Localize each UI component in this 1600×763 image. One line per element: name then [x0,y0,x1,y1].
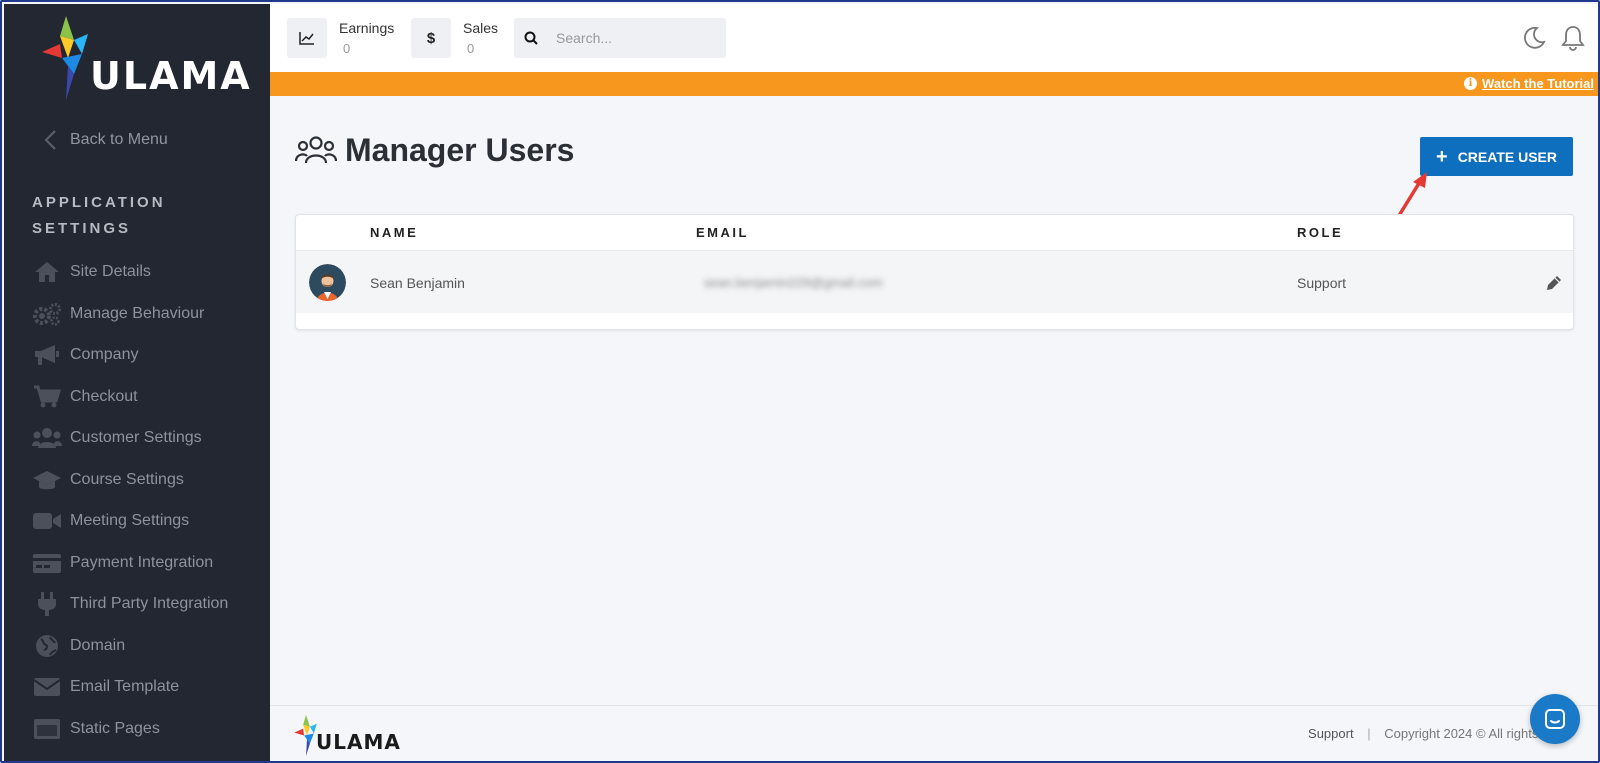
footer-links: Support | Copyright 2024 © All rights re… [1308,726,1560,741]
watch-tutorial-link[interactable]: i Watch the Tutorial [1464,76,1594,91]
sidebar-item-static-pages[interactable]: Static Pages [4,708,270,750]
chat-icon [1545,709,1565,729]
top-bar: Earnings 0 $ Sales 0 [270,4,1598,72]
dollar-icon: $ [411,18,451,58]
column-header-role: ROLE [1297,225,1344,240]
column-header-name: NAME [370,225,419,240]
users-icon [32,425,62,451]
search-box[interactable] [514,18,726,58]
footer-logo: ULAMA [292,714,402,760]
settings-menu: Site Details Manage Behaviour Company Ch… [4,251,270,749]
dark-mode-toggle[interactable] [1520,24,1548,52]
sidebar-item-company[interactable]: Company [4,334,270,376]
watch-tutorial-label: Watch the Tutorial [1482,76,1594,91]
notifications-button[interactable] [1559,24,1587,52]
moon-icon [1524,26,1546,49]
bell-icon [1561,26,1585,51]
users-table: NAME EMAIL ROLE Sean Benjamin sean.benja… [295,214,1574,330]
avatar [309,264,346,301]
footer-separator: | [1367,726,1371,741]
video-camera-icon [32,508,62,534]
brand-name: ULAMA [90,54,252,98]
sidebar-item-manage-behaviour[interactable]: Manage Behaviour [4,293,270,335]
sidebar-item-checkout[interactable]: Checkout [4,376,270,418]
envelope-icon [32,674,62,700]
sidebar-item-course-settings[interactable]: Course Settings [4,459,270,501]
earnings-stat: Earnings 0 [287,18,394,60]
footer-support-link[interactable]: Support [1308,726,1354,741]
create-user-button[interactable]: + CREATE USER [1420,137,1573,176]
home-icon [32,259,62,285]
sidebar: ULAMA Back to Menu APPLICATION SETTINGS … [4,4,270,761]
plus-icon: + [1436,145,1448,168]
column-header-email: EMAIL [696,225,749,240]
graduation-cap-icon [32,467,62,493]
chat-launcher-button[interactable] [1530,694,1580,744]
sidebar-item-payment-integration[interactable]: Payment Integration [4,542,270,584]
plug-icon [32,591,62,617]
bird-logo-icon [42,16,88,100]
chart-line-icon [287,18,327,58]
page-title: Manager Users [295,132,574,169]
sidebar-item-third-party-integration[interactable]: Third Party Integration [4,583,270,625]
chevron-left-icon [44,130,56,150]
footer: ULAMA Support | Copyright 2024 © All rig… [270,705,1598,761]
users-icon [295,135,337,163]
table-row[interactable]: Sean Benjamin sean.benjamin229@gmail.com… [296,250,1573,313]
user-email: sean.benjamin229@gmail.com [704,275,883,290]
window-icon [32,716,62,742]
app-frame: ULAMA Back to Menu APPLICATION SETTINGS … [0,0,1600,763]
earnings-label: Earnings [339,20,395,36]
footer-brand-name: ULAMA [316,730,401,754]
sales-stat: $ Sales 0 [411,18,498,60]
megaphone-icon [32,342,62,368]
page-heading: Manager Users [345,132,575,168]
back-to-menu-link[interactable]: Back to Menu [4,122,270,158]
sales-value: 0 [467,41,475,56]
section-title: APPLICATION SETTINGS [32,194,166,237]
sidebar-item-site-details[interactable]: Site Details [4,251,270,293]
pencil-icon[interactable] [1544,273,1564,293]
search-icon [514,31,548,45]
sidebar-item-customer-settings[interactable]: Customer Settings [4,417,270,459]
credit-card-icon [32,550,62,576]
tutorial-banner: i Watch the Tutorial [270,72,1598,96]
sales-label: Sales [463,20,499,36]
user-name: Sean Benjamin [370,275,465,291]
cart-icon [32,384,62,410]
sidebar-item-domain[interactable]: Domain [4,625,270,667]
sidebar-item-email-template[interactable]: Email Template [4,666,270,708]
info-icon: i [1464,77,1478,90]
user-role: Support [1297,275,1347,291]
gears-icon [32,301,62,327]
sidebar-item-meeting-settings[interactable]: Meeting Settings [4,500,270,542]
create-user-label: CREATE USER [1457,148,1557,165]
search-input[interactable] [556,30,716,46]
globe-icon [32,633,62,659]
brand-logo[interactable]: ULAMA [38,14,250,104]
back-to-menu-label: Back to Menu [70,131,168,148]
earnings-value: 0 [343,41,351,56]
